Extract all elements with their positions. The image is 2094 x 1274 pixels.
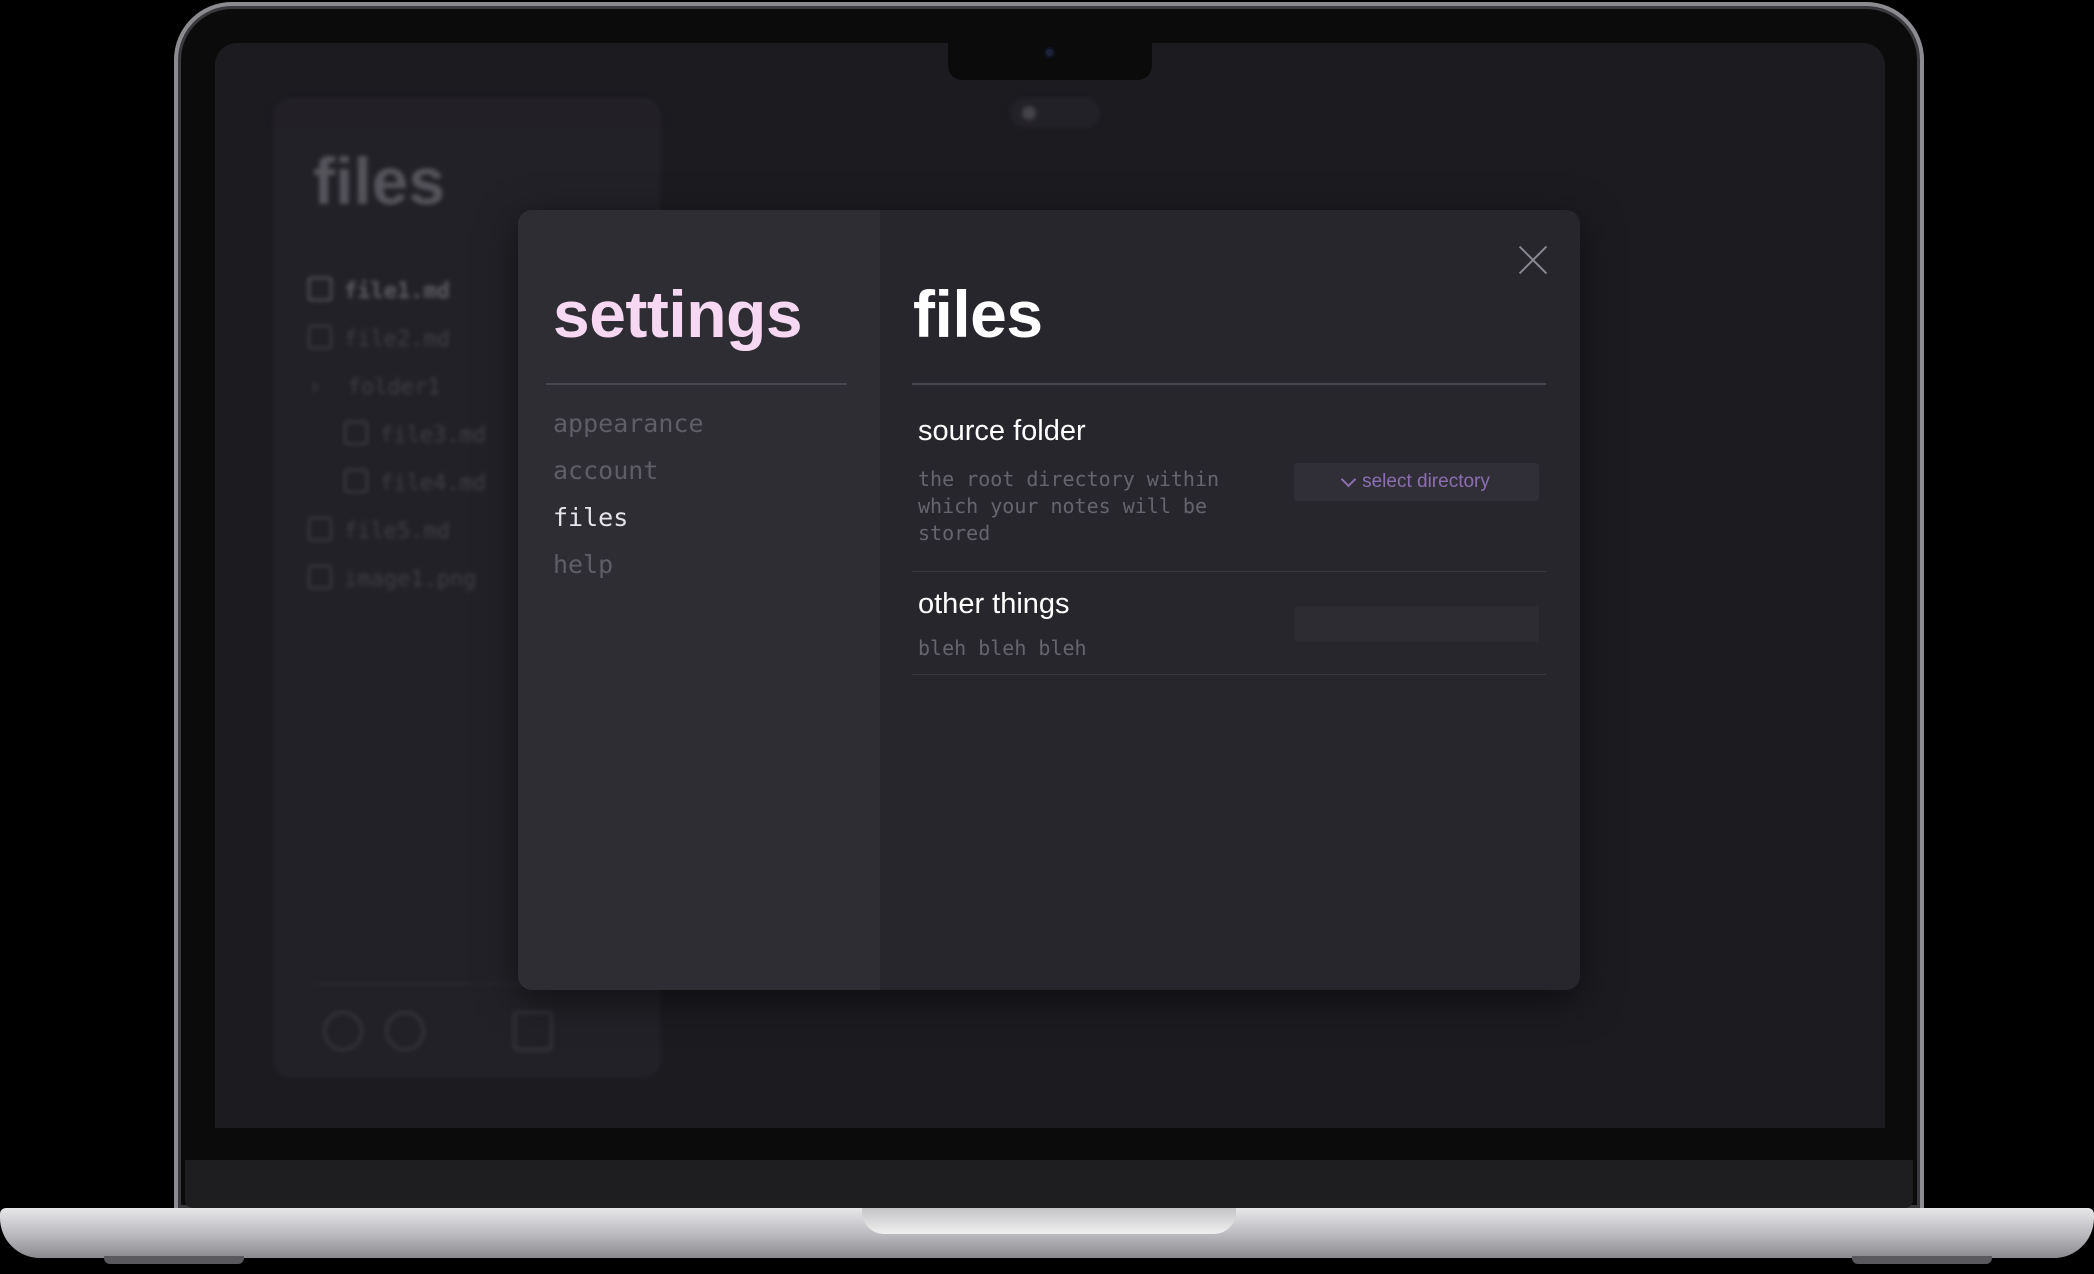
file-list-item: file3.md [308,412,486,460]
setting-row-source-folder: source folder the root directory within … [912,385,1546,572]
new-folder-icon [513,1011,553,1051]
nav-item-help[interactable]: help [553,541,704,588]
file-icon [308,325,332,349]
chevron-down-icon [1340,471,1357,487]
file-list-item: file5.md [308,508,486,556]
laptop-foot [1852,1256,1992,1264]
chevron-icon: › [308,375,348,400]
settings-modal: settings appearance account files help f… [518,210,1580,990]
nav-item-files[interactable]: files [553,494,704,541]
select-directory-button[interactable]: select directory [1294,463,1539,501]
section-title: files [913,277,1043,351]
file-icon [308,277,332,301]
plus-icon [573,1011,607,1045]
bottom-bezel [185,1160,1913,1208]
camera-notch [948,40,1152,80]
setting-description: bleh bleh bleh [918,636,1087,660]
settings-nav-list: appearance account files help [553,400,704,588]
file-icon [344,469,368,493]
file-icon [308,517,332,541]
laptop-base [0,1208,2094,1258]
nav-item-appearance[interactable]: appearance [553,400,704,447]
file-list-item: file2.md [308,316,486,364]
close-icon[interactable] [1518,245,1548,275]
setting-name: source folder [918,415,1086,447]
file-list-item: file1.md [308,268,486,316]
background-title: files [313,144,446,218]
setting-description: the root directory within which your not… [918,467,1220,545]
folder-list-item: › folder1 [308,375,441,400]
select-directory-label: select directory [1362,471,1490,492]
other-things-control[interactable] [1294,606,1539,642]
laptop-foot [104,1256,244,1264]
base-notch [862,1208,1236,1234]
image-list-item: image1.png [308,556,486,604]
home-icon [385,1011,425,1051]
setting-row-other-things: other things bleh bleh bleh [912,572,1546,675]
settings-title: settings [553,277,803,351]
background-file-list: file1.md file2.md › folder1 file3.md fil… [308,268,486,604]
setting-name: other things [918,588,1070,620]
nav-divider [546,383,847,385]
camera-icon [1044,47,1055,58]
file-list-item: file4.md [308,460,486,508]
theme-toggle [1010,98,1100,128]
settings-icon [323,1011,363,1051]
screen: files file1.md file2.md › folder1 file3.… [215,43,1885,1128]
file-icon [344,421,368,445]
settings-nav: settings appearance account files help [518,210,880,990]
nav-item-account[interactable]: account [553,447,704,494]
image-icon [308,565,332,589]
